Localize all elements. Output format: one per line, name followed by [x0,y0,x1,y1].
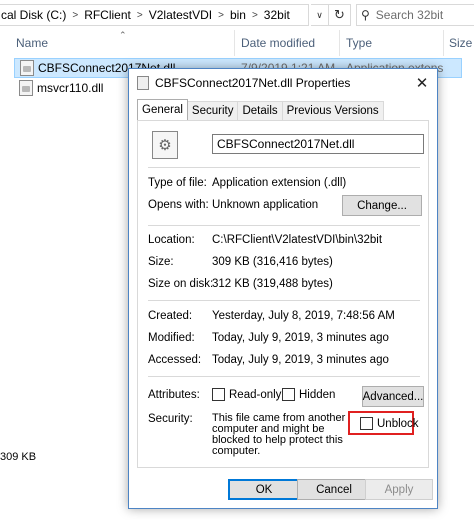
divider [148,300,420,301]
search-input[interactable]: ⚲ Search 32bit [356,4,474,26]
apply-button[interactable]: Apply [365,479,433,500]
dll-file-icon [19,80,33,96]
column-header-name[interactable]: Name [16,36,48,50]
search-placeholder: Search 32bit [375,8,444,22]
created-label: Created: [148,310,193,322]
breadcrumb-v2latestvdi[interactable]: V2latestVDI [149,8,212,22]
dll-file-icon [137,76,149,90]
file-name: msvcr110.dll [37,81,104,95]
general-panel: ⚙ CBFSConnect2017Net.dll Type of file: A… [137,120,429,468]
divider [148,167,420,168]
location-label: Location: [148,234,195,246]
properties-dialog: CBFSConnect2017Net.dll Properties ✕ Gene… [128,68,438,509]
sort-ascending-icon: ⌃ [119,30,127,40]
type-value: Application extension (.dll) [212,177,347,189]
dialog-titlebar[interactable]: CBFSConnect2017Net.dll Properties ✕ [129,69,437,97]
column-divider[interactable] [339,30,340,56]
ok-button[interactable]: OK [228,479,300,500]
dialog-title: CBFSConnect2017Net.dll Properties [155,76,351,90]
breadcrumb-32bit[interactable]: 32bit [264,8,290,22]
search-icon: ⚲ [361,8,370,22]
size-label: Size: [148,256,174,268]
column-header-size[interactable]: Size [449,36,472,50]
modified-value: Today, July 9, 2019, 3 minutes ago [212,332,389,344]
security-message: This file came from another computer and… [212,412,346,457]
file-name-field[interactable]: CBFSConnect2017Net.dll [212,134,424,154]
hidden-checkbox[interactable]: Hidden [282,388,335,401]
divider [148,376,420,377]
chevron-right-icon: > [136,9,143,21]
tab-strip: General Security Details Previous Versio… [137,99,384,120]
advanced-button[interactable]: Advanced... [362,386,424,407]
chevron-right-icon: > [251,9,258,21]
column-header-date[interactable]: Date modified [241,36,315,50]
readonly-checkbox[interactable]: Read-only [212,388,281,401]
size-on-disk-label: Size on disk: [148,278,214,290]
checkbox-box[interactable] [212,388,225,401]
checkbox-box[interactable] [282,388,295,401]
breadcrumb-bin[interactable]: bin [230,8,246,22]
attributes-label: Attributes: [148,389,200,401]
tab-security[interactable]: Security [186,101,239,120]
change-button[interactable]: Change... [342,195,422,216]
status-selected-size: 309 KB [0,451,37,463]
column-headers: Name Date modified Type Size [0,30,474,56]
cancel-button[interactable]: Cancel [297,479,371,500]
address-bar-row: cal Disk (C:) > RFClient > V2latestVDI >… [0,0,474,30]
type-label: Type of file: [148,177,207,189]
tab-details[interactable]: Details [237,101,283,120]
checkbox-box[interactable] [360,417,373,430]
breadcrumb-rfclient[interactable]: RFClient [84,8,131,22]
refresh-icon[interactable]: ↻ [329,4,351,26]
readonly-label: Read-only [229,388,282,401]
accessed-label: Accessed: [148,354,202,366]
breadcrumb-local-disk[interactable]: cal Disk (C:) [1,8,66,22]
created-value: Yesterday, July 8, 2019, 7:48:56 AM [212,310,395,322]
unblock-checkbox[interactable]: Unblock [360,417,419,430]
chevron-right-icon: > [218,9,224,21]
tab-previous-versions[interactable]: Previous Versions [281,101,384,120]
column-divider[interactable] [443,30,444,56]
location-value: C:\RFClient\V2latestVDI\bin\32bit [212,234,383,246]
security-label: Security: [148,413,193,425]
close-icon[interactable]: ✕ [411,72,433,94]
size-value: 309 KB (316,416 bytes) [212,256,333,268]
tab-general[interactable]: General [137,99,188,120]
address-bar[interactable]: cal Disk (C:) > RFClient > V2latestVDI >… [0,4,309,26]
accessed-value: Today, July 9, 2019, 3 minutes ago [212,354,389,366]
divider [148,225,420,226]
dll-file-icon [20,60,34,76]
opens-with-value: Unknown application [212,199,319,211]
gear-icon: ⚙ [158,137,172,154]
modified-label: Modified: [148,332,195,344]
chevron-down-icon[interactable]: ∨ [311,4,329,26]
opens-with-label: Opens with: [148,199,209,211]
column-divider[interactable] [234,30,235,56]
dll-file-icon: ⚙ [152,131,178,159]
unblock-label: Unblock [377,417,419,430]
column-header-type[interactable]: Type [346,36,372,50]
size-on-disk-value: 312 KB (319,488 bytes) [212,278,333,290]
chevron-right-icon: > [72,9,79,21]
hidden-label: Hidden [299,388,336,401]
